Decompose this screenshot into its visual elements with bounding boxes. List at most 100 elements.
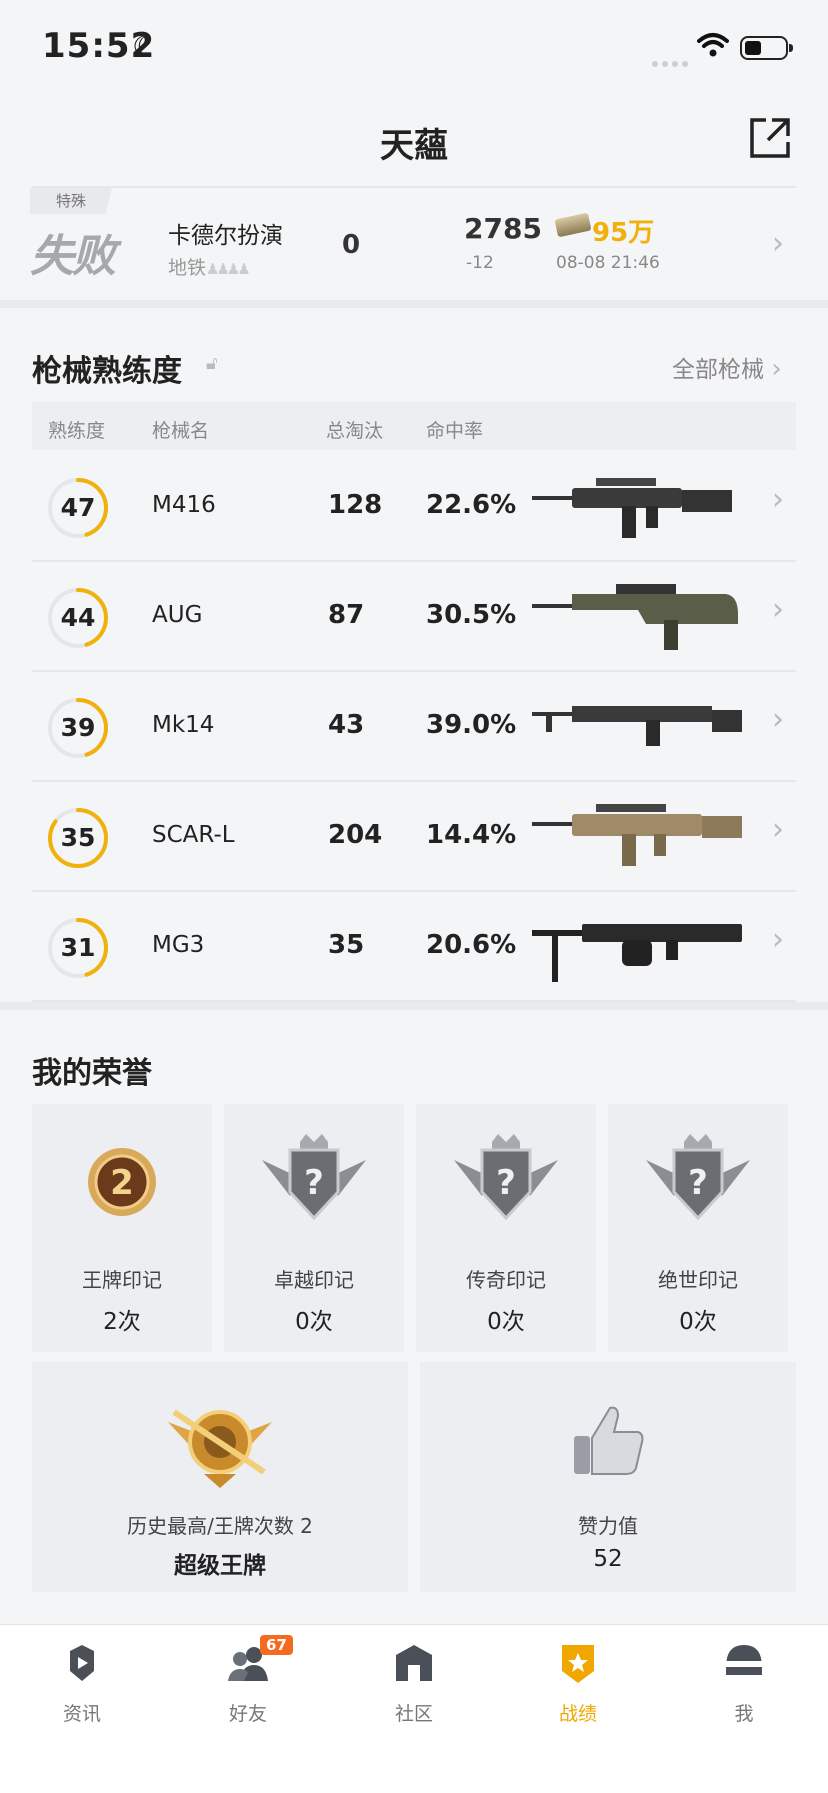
helmet-icon [726, 1645, 762, 1675]
header-name: 枪械名 [152, 420, 210, 442]
weapon-kills: 87 [328, 600, 365, 630]
header-kills: 总淘汰 [326, 420, 384, 442]
weapon-name: SCAR-L [152, 822, 235, 848]
highest-rank-card[interactable]: 历史最高/王牌次数 2 超级王牌 [32, 1362, 408, 1592]
weapon-accuracy: 20.6% [426, 930, 517, 960]
chevron-right-icon: › [771, 354, 782, 384]
chevron-right-icon[interactable]: › [772, 226, 784, 261]
proficiency-level: 39 [60, 713, 96, 742]
all-weapons-label: 全部枪械 [672, 357, 764, 383]
match-score: 2785 [464, 212, 542, 245]
bottom-tab-bar: 资讯 67 好友 社区 战绩 我 [0, 1624, 828, 1793]
honor-mark-count: 0次 [679, 1309, 717, 1335]
match-result: 失败 [30, 231, 116, 282]
honor-mark-count: 0次 [295, 1309, 333, 1335]
news-icon [70, 1645, 94, 1681]
map-sub-label: 地铁 [168, 257, 207, 279]
community-icon [396, 1645, 432, 1681]
weapon-kills: 128 [328, 490, 383, 520]
chevron-right-icon: › [772, 702, 784, 737]
score-delta: -12 [466, 253, 494, 273]
weapon-name: AUG [152, 602, 203, 628]
honor-mark-card[interactable]: ? 绝世印记 0次 [608, 1104, 788, 1352]
super-ace-badge-icon [168, 1409, 272, 1488]
weapon-image [532, 924, 742, 982]
excellence-mark-medal-icon: ? [262, 1134, 366, 1221]
tab-label: 好友 [228, 1703, 267, 1725]
page-title: 天蘊 [380, 126, 448, 166]
match-datetime: 08-08 21:46 [556, 253, 660, 273]
proficiency-level: 47 [60, 493, 96, 522]
weapon-kills: 35 [328, 930, 365, 960]
cellular-signal-icon [652, 52, 692, 71]
weapons-table-header: 熟练度 枪械名 总淘汰 命中率 [32, 402, 796, 450]
thumbs-up-icon [574, 1406, 644, 1475]
weapon-accuracy: 22.6% [426, 490, 517, 520]
proficiency-level: 31 [60, 933, 96, 962]
tab-label: 我 [734, 1703, 754, 1725]
highest-rank-label: 历史最高/王牌次数 2 [127, 1514, 313, 1538]
weapon-row[interactable]: 44 AUG 87 30.5% › [32, 562, 796, 672]
weapon-accuracy: 39.0% [426, 710, 517, 740]
weapon-kills: 43 [328, 710, 365, 740]
likes-card[interactable]: 赞力值 52 [420, 1362, 796, 1592]
map-subtitle: 地铁♟♟♟♟ [168, 253, 251, 280]
status-bar: 15:52 ☾ [0, 0, 828, 100]
all-weapons-link[interactable]: 全部枪械 › [672, 350, 782, 384]
weapon-image [532, 804, 742, 866]
peerless-mark-medal-icon: ? [646, 1134, 750, 1221]
weapon-image [532, 706, 742, 746]
chevron-right-icon: › [772, 812, 784, 847]
tab-me[interactable]: 我 [684, 1641, 804, 1726]
match-reward: 95万 [592, 218, 655, 248]
likes-label: 赞力值 [578, 1514, 638, 1538]
tab-label: 社区 [394, 1703, 433, 1725]
likes-value: 52 [593, 1546, 623, 1572]
records-icon [562, 1645, 594, 1683]
weapon-row[interactable]: 35 SCAR-L 204 14.4% › [32, 782, 796, 892]
honor-mark-label: 王牌印记 [82, 1268, 162, 1292]
lock-icon[interactable]: 🔓︎ [206, 353, 218, 374]
weapon-accuracy: 30.5% [426, 600, 517, 630]
weapon-name: MG3 [152, 932, 205, 958]
legend-mark-medal-icon: ? [454, 1134, 558, 1221]
wifi-icon [697, 33, 729, 57]
header-level: 熟练度 [48, 420, 106, 442]
weapon-name: M416 [152, 492, 216, 518]
section-separator [0, 300, 828, 308]
section-separator [0, 1002, 828, 1010]
weapon-accuracy: 14.4% [426, 820, 517, 850]
weapon-row[interactable]: 31 MG3 35 20.6% › [32, 892, 796, 1002]
honor-mark-count: 0次 [487, 1309, 525, 1335]
medal-number: ? [688, 1163, 708, 1203]
tab-label: 资讯 [62, 1703, 101, 1725]
ace-mark-medal-icon: 2 [88, 1148, 156, 1216]
chevron-right-icon: › [772, 922, 784, 957]
chevron-right-icon: › [772, 592, 784, 627]
honors-section-title: 我的荣誉 [32, 1056, 152, 1091]
honor-mark-count: 2次 [103, 1309, 141, 1335]
friends-badge: 67 [260, 1635, 293, 1655]
honor-mark-card[interactable]: 2 王牌印记 2次 [32, 1104, 212, 1352]
weapon-image [532, 584, 738, 650]
weapon-kills: 204 [328, 820, 383, 850]
weapon-row[interactable]: 39 Mk14 43 39.0% › [32, 672, 796, 782]
map-name: 卡德尔扮演 [168, 223, 283, 249]
honor-mark-card[interactable]: ? 卓越印记 0次 [224, 1104, 404, 1352]
highest-rank-value: 超级王牌 [174, 1553, 266, 1579]
recent-match-card[interactable] [0, 188, 828, 300]
weapon-row[interactable]: 47 M416 128 22.6% › [32, 452, 796, 562]
match-kills: 0 [342, 230, 361, 260]
tab-news[interactable]: 资讯 [22, 1641, 142, 1726]
tab-community[interactable]: 社区 [354, 1641, 474, 1726]
weapon-name: Mk14 [152, 712, 215, 738]
medal-number: ? [496, 1163, 516, 1203]
honor-mark-card[interactable]: ? 传奇印记 0次 [416, 1104, 596, 1352]
weapon-image [532, 478, 732, 538]
tab-friends[interactable]: 67 好友 [188, 1635, 308, 1726]
honor-mark-label: 卓越印记 [274, 1268, 354, 1292]
battery-icon [740, 36, 793, 60]
share-icon[interactable] [748, 116, 792, 160]
honor-mark-label: 绝世印记 [658, 1268, 738, 1292]
tab-records[interactable]: 战绩 [518, 1641, 638, 1726]
